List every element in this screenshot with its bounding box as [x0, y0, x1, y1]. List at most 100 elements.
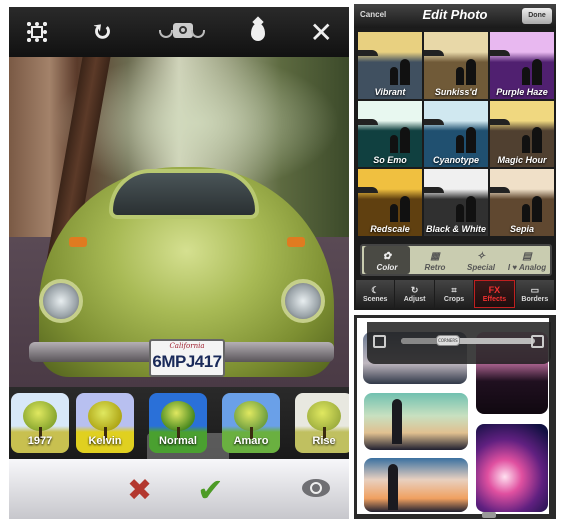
- filter-strip[interactable]: 1977 Kelvin Normal Amaro Rise: [9, 387, 349, 459]
- landform: [490, 50, 510, 56]
- silhouette-adult: [400, 195, 410, 222]
- category-label: Color: [376, 263, 398, 272]
- silhouette-adult: [400, 58, 410, 85]
- borders-icon: ▭: [530, 285, 540, 295]
- category-special[interactable]: ✧ Special: [458, 246, 504, 274]
- silhouette-child: [522, 66, 530, 85]
- eye-icon[interactable]: [302, 479, 330, 497]
- silhouette-child: [390, 66, 398, 85]
- effect-label: Sepia: [509, 223, 534, 234]
- landform: [424, 187, 444, 194]
- landform: [424, 118, 444, 125]
- filter-label: 1977: [27, 435, 53, 447]
- category-color[interactable]: ✿ Color: [364, 246, 410, 274]
- photo-preview: California 6MPJ417: [9, 57, 349, 387]
- color-wheel-icon: ✿: [382, 251, 392, 262]
- close-button[interactable]: ✕: [309, 15, 333, 49]
- collage-tile[interactable]: [476, 424, 548, 512]
- effects-icon: FX: [488, 285, 501, 295]
- effect-tile[interactable]: Redscale: [358, 169, 422, 236]
- filter-1977[interactable]: 1977: [11, 393, 69, 453]
- effect-tile[interactable]: Sunkiss'd: [424, 32, 488, 99]
- effect-tile[interactable]: Black & White: [424, 169, 488, 236]
- effect-label: Magic Hour: [497, 155, 547, 166]
- silhouette-child: [390, 135, 398, 154]
- collage-panel: CORNERS: [354, 315, 556, 519]
- effect-label: Vibrant: [374, 86, 406, 97]
- bottom-action-bar: ✖ ✔: [9, 459, 349, 519]
- silhouette-adult: [466, 195, 476, 222]
- corners-slider[interactable]: CORNERS: [401, 335, 535, 346]
- blur-button[interactable]: [251, 17, 266, 47]
- filter-rise[interactable]: Rise: [295, 393, 349, 453]
- magic-wand-icon: ✧: [476, 251, 486, 262]
- silhouette-child: [456, 135, 464, 154]
- checkbox-left[interactable]: [373, 335, 386, 348]
- blur-drop-icon: [251, 23, 266, 41]
- frame-button[interactable]: [27, 17, 47, 47]
- cancel-button[interactable]: ✖: [127, 473, 152, 508]
- landform: [424, 50, 444, 56]
- silhouette-adult: [532, 58, 542, 85]
- tab-label: Borders: [521, 296, 549, 303]
- tab-scenes[interactable]: ☾ Scenes: [356, 280, 395, 308]
- tab-effects[interactable]: FX Effects: [474, 280, 515, 308]
- silhouette-adult: [532, 195, 542, 222]
- edit-photo-panel: Cancel Edit Photo Done Vibrant Sunkiss'd…: [354, 4, 556, 310]
- category-retro[interactable]: ▦ Retro: [412, 246, 458, 274]
- flip-camera-button[interactable]: [157, 17, 207, 47]
- edit-photo-header: Cancel Edit Photo Done: [354, 4, 556, 28]
- turn-signal-right: [287, 237, 305, 247]
- turn-signal-left: [69, 237, 87, 247]
- tab-label: Effects: [482, 296, 507, 303]
- filter-label: Normal: [159, 435, 197, 447]
- filter-kelvin[interactable]: Kelvin: [76, 393, 134, 453]
- drag-handle[interactable]: [482, 512, 496, 518]
- effect-tile[interactable]: Purple Haze: [490, 32, 554, 99]
- landform: [358, 50, 378, 56]
- effect-label: Cyanotype: [432, 155, 479, 166]
- scenes-icon: ☾: [371, 285, 380, 295]
- headlight-left: [39, 279, 83, 323]
- landform: [490, 118, 510, 125]
- tab-crops[interactable]: ⌗ Crops: [434, 280, 474, 308]
- filter-normal[interactable]: Normal: [149, 393, 207, 453]
- silhouette-adult: [466, 127, 476, 154]
- effect-label: So Emo: [373, 155, 407, 166]
- slider-thumb[interactable]: CORNERS: [435, 335, 460, 346]
- filter-label: Rise: [312, 435, 336, 447]
- top-toolbar: ↻ ✕: [9, 7, 349, 57]
- effect-tile[interactable]: Sepia: [490, 169, 554, 236]
- category-i-analog[interactable]: ▤ I ♥ Analog: [504, 246, 550, 274]
- windshield: [109, 169, 259, 219]
- effect-tile[interactable]: Cyanotype: [424, 100, 488, 168]
- category-label: Retro: [424, 263, 446, 272]
- close-icon: ✕: [309, 15, 333, 49]
- effect-label: Sunkiss'd: [434, 86, 478, 97]
- rotate-button[interactable]: ↻: [91, 17, 113, 47]
- effect-label: Black & White: [425, 223, 486, 234]
- effect-tile[interactable]: So Emo: [358, 100, 422, 168]
- category-label: Special: [466, 263, 495, 272]
- category-label: I ♥ Analog: [507, 263, 547, 272]
- retro-icon: ▦: [430, 251, 440, 262]
- collage-tile[interactable]: [364, 458, 468, 512]
- tab-borders[interactable]: ▭ Borders: [515, 280, 555, 308]
- tab-label: Scenes: [362, 296, 388, 303]
- tab-label: Adjust: [403, 296, 426, 303]
- corner-radius-control: CORNERS: [367, 322, 551, 364]
- effect-tile[interactable]: Vibrant: [358, 32, 422, 99]
- filter-amaro[interactable]: Amaro: [222, 393, 280, 453]
- collage-tile[interactable]: [364, 393, 468, 450]
- done-button[interactable]: Done: [522, 8, 552, 24]
- adjust-icon: ↻: [410, 285, 419, 295]
- confirm-button[interactable]: ✔: [197, 471, 224, 509]
- tab-adjust[interactable]: ↻ Adjust: [395, 280, 434, 308]
- landform: [358, 118, 378, 125]
- license-plate: California 6MPJ417: [149, 339, 225, 377]
- filter-app-panel: ↻ ✕ California 6MPJ417 1977 Kelvin Norma…: [9, 7, 349, 519]
- checkbox-right[interactable]: [531, 335, 544, 348]
- effects-grid: Vibrant Sunkiss'd Purple Haze So Emo Cya…: [358, 32, 554, 236]
- silhouette-adult: [532, 127, 542, 154]
- effect-tile[interactable]: Magic Hour: [490, 100, 554, 168]
